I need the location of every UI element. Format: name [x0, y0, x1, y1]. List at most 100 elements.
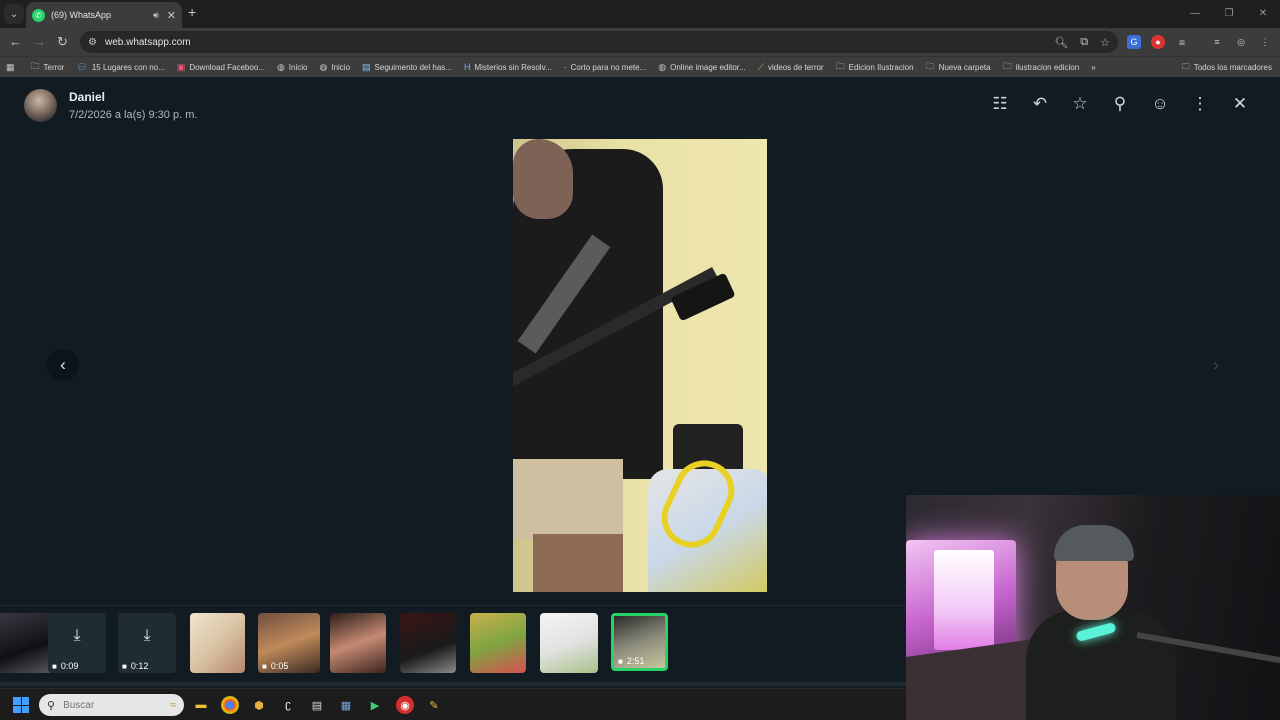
address-bar[interactable]: ⚙ web.whatsapp.com 🔍︎ ⧉ ☆ — [80, 31, 1118, 53]
cast-icon[interactable]: ⧉ — [1080, 36, 1088, 49]
folder-icon: 🗀︎ — [925, 61, 935, 71]
translate-extension-icon[interactable]: G — [1127, 35, 1141, 49]
browser-tab-bar: ⌄ ✆ (69) WhatsApp 🔊︎ ✕ + — ❐ ✕ — [0, 0, 1280, 28]
video-player[interactable] — [513, 139, 767, 592]
apps-grid-icon[interactable]: ▦ — [6, 62, 19, 73]
bookmark-item[interactable]: 💬︎ 15 Lugares con no... — [76, 62, 164, 73]
play-app-icon[interactable]: ▶ — [366, 696, 384, 714]
media-thumbnail-selected[interactable]: ■ 2:51 — [611, 613, 668, 671]
window-close-button[interactable]: ✕ — [1246, 0, 1280, 28]
image-icon: ▣ — [176, 61, 186, 72]
restore-button[interactable]: ❐ — [1212, 0, 1246, 28]
bookmark-item[interactable]: 🗀︎ Nueva carpeta — [926, 59, 991, 75]
window-controls: — ❐ ✕ — [1178, 0, 1280, 28]
bookmark-item[interactable]: ⟋ videos de terror — [758, 62, 824, 73]
bookmarks-bar: ▦ 🗀︎ Terror 💬︎ 15 Lugares con no... ▣ Downl… — [0, 56, 1280, 77]
red-app-icon[interactable]: ◉ — [396, 696, 414, 714]
red-extension-icon[interactable]: ● — [1151, 35, 1165, 49]
globe-icon: ◍ — [276, 61, 285, 72]
bookmark-item[interactable]: 🗀︎ Terror — [31, 59, 65, 75]
calculator-icon[interactable]: ▦ — [337, 696, 355, 714]
forward-arrow-icon[interactable]: → — [33, 34, 46, 49]
tab-whatsapp[interactable]: ✆ (69) WhatsApp 🔊︎ ✕ — [26, 2, 182, 28]
browser-menu-icon[interactable]: ⋮ — [1258, 35, 1272, 49]
folder-icon: 🗀︎ — [1002, 61, 1012, 71]
bookmark-item[interactable]: 🗀︎ Edicion Ilustracion — [836, 59, 914, 75]
media-thumbnail[interactable] — [400, 613, 456, 673]
reply-icon[interactable]: ↶ — [1020, 94, 1060, 114]
previous-media-button[interactable]: ‹ — [47, 349, 79, 381]
obs-pen-icon[interactable]: ✎ — [425, 696, 443, 714]
more-options-icon[interactable]: ⋮ — [1180, 94, 1220, 114]
back-arrow-icon[interactable]: ← — [9, 34, 22, 49]
download-icon: ⤓ — [143, 627, 151, 644]
search-highlight-icon: ≈ — [170, 699, 177, 711]
search-icon: ⚲ — [47, 699, 56, 712]
chrome-icon[interactable] — [221, 696, 239, 714]
viewer-actions: ☷ ↶ ☆ ⚲ ☺ ⋮ ✕ — [980, 94, 1260, 114]
site-info-icon[interactable]: ⚙ — [88, 37, 97, 48]
new-tab-button[interactable]: + — [188, 4, 196, 20]
sent-timestamp: 7/2/2026 a la(s) 9:30 p. m. — [69, 109, 198, 121]
capcut-icon[interactable]: ʗ — [279, 696, 297, 714]
file-explorer-icon[interactable]: ▬ — [192, 696, 210, 714]
folder-icon: 🗀︎ — [1181, 61, 1190, 71]
h-logo-icon: H — [463, 62, 471, 72]
bookmark-item[interactable]: ▣ Download Faceboo... — [177, 62, 265, 73]
extensions-puzzle-icon[interactable]: ⧈ — [1175, 35, 1189, 49]
media-thumbnail[interactable] — [540, 613, 598, 673]
video-camera-icon: ■ — [122, 661, 127, 671]
windows-start-icon[interactable] — [13, 697, 29, 713]
video-camera-icon: ■ — [618, 656, 623, 666]
download-icon: ⤓ — [73, 627, 81, 644]
all-bookmarks-button[interactable]: 🗀︎ Todos los marcadores — [1182, 57, 1272, 78]
folder-icon: 🗀︎ — [30, 61, 40, 71]
close-tab-icon[interactable]: ✕ — [167, 9, 176, 22]
media-thumbnail[interactable] — [190, 613, 245, 673]
minimize-button[interactable]: — — [1178, 0, 1212, 28]
next-media-button[interactable]: › — [1200, 349, 1232, 381]
taskbar-search-input[interactable] — [63, 699, 144, 711]
sender-name: Daniel — [69, 90, 106, 104]
tab-title: (69) WhatsApp — [51, 10, 112, 20]
bookmark-item[interactable]: · Corto para no mete... — [564, 62, 647, 72]
pin-icon[interactable]: ⚲ — [1100, 94, 1140, 114]
globe-icon: ◍ — [319, 61, 328, 72]
comment-icon: 💬︎ — [76, 61, 88, 72]
bookmark-item[interactable]: ◍ Online image editor... — [658, 62, 745, 73]
tab-search-button[interactable]: ⌄ — [4, 4, 24, 24]
globe-icon: ◍ — [658, 61, 667, 72]
browser-toolbar: ← → ↻ ⚙ web.whatsapp.com 🔍︎ ⧉ ☆ G ● ⧈ ≡ … — [0, 28, 1280, 56]
more-bookmarks-button[interactable]: » — [1091, 63, 1095, 72]
url-text: web.whatsapp.com — [104, 36, 191, 48]
reload-icon[interactable]: ↻ — [57, 34, 68, 50]
media-thumbnail[interactable]: ⤓ ■ 0:12 — [118, 613, 176, 673]
media-thumbnail[interactable] — [470, 613, 526, 673]
leaf-icon: ⟋ — [757, 61, 765, 72]
profile-icon[interactable]: ◎ — [1234, 35, 1248, 49]
bookmark-item[interactable]: ▤ Seguimento del has... — [362, 62, 452, 73]
star-icon[interactable]: ☆ — [1060, 94, 1100, 114]
page-icon: · — [563, 62, 567, 72]
speaker-icon[interactable]: 🔊︎ — [153, 10, 159, 21]
bookmark-item[interactable]: H Misterios sin Resolv... — [464, 62, 552, 72]
media-thumbnail[interactable] — [330, 613, 386, 673]
whatsapp-favicon-icon: ✆ — [32, 8, 45, 22]
media-control-icon[interactable]: ≡ — [1210, 35, 1224, 49]
media-thumbnail[interactable] — [0, 613, 52, 673]
close-viewer-icon[interactable]: ✕ — [1220, 94, 1260, 114]
bookmark-item[interactable]: ◍ Inicio — [277, 62, 308, 73]
shield-app-icon[interactable]: ⬢ — [250, 696, 268, 714]
go-to-message-icon[interactable]: ☷ — [980, 94, 1020, 114]
bookmark-star-icon[interactable]: ☆ — [1100, 36, 1110, 49]
bookmark-item[interactable]: ◍ Inicio — [319, 62, 350, 73]
bookmark-item[interactable]: 🗀︎ ilustracion edicion — [1003, 59, 1080, 75]
document-app-icon[interactable]: ▤ — [308, 696, 326, 714]
avatar[interactable] — [24, 89, 57, 122]
zoom-icon[interactable]: 🔍︎ — [1054, 36, 1068, 49]
folder-icon: 🗀︎ — [835, 61, 845, 71]
taskbar-search[interactable]: ⚲ ≈ — [39, 694, 184, 716]
media-thumbnail[interactable]: ⤓ ■ 0:09 — [48, 613, 106, 673]
emoji-react-icon[interactable]: ☺ — [1140, 94, 1180, 114]
media-thumbnail[interactable]: ■ 0:05 — [258, 613, 320, 673]
